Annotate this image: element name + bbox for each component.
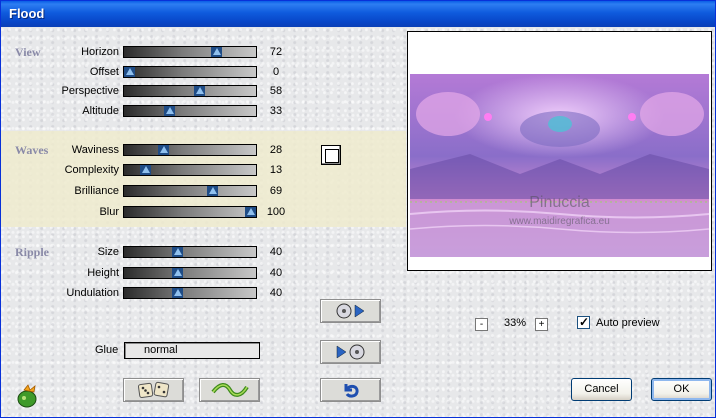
random-button[interactable] [123,378,184,402]
glue-select[interactable]: normal [124,342,260,359]
slider-value-blur: 100 [266,206,286,218]
preview-panel[interactable]: Pinuccia www.maidiregrafica.eu [407,31,712,271]
glue-label: Glue [95,344,119,356]
slider-value-brilliance: 69 [269,185,283,197]
slider-value-waviness: 28 [269,144,283,156]
slider-thumb[interactable] [172,268,183,278]
ok-button[interactable]: OK [651,378,712,401]
slider-complexity[interactable] [123,164,257,176]
slider-thumb[interactable] [207,186,218,196]
slider-value-complexity: 13 [269,164,283,176]
window-title: Flood [9,6,45,21]
slider-thumb[interactable] [172,247,183,257]
slider-altitude[interactable] [123,105,257,117]
slider-label-horizon: Horizon [81,46,119,58]
watermark-url: www.maidiregrafica.eu [509,216,610,227]
slider-value-offset: 0 [272,66,280,78]
load-preset-button[interactable] [320,340,381,364]
zoom-level: 33% [503,317,527,329]
slider-offset[interactable] [123,66,257,78]
dialog-body: View Waves Ripple Horizon 72 Offset 0 Pe… [1,27,715,417]
slider-value-perspective: 58 [269,85,283,97]
reset-button[interactable] [320,378,381,402]
cancel-button[interactable]: Cancel [571,378,632,401]
slider-label-undulation: Undulation [66,287,119,299]
slider-label-complexity: Complexity [64,164,119,176]
zoom-out-button[interactable]: - [475,318,488,331]
slider-thumb[interactable] [245,207,256,217]
slider-thumb[interactable] [194,86,205,96]
slider-thumb[interactable] [140,165,151,175]
auto-preview-label[interactable]: Auto preview [596,317,660,329]
slider-thumb[interactable] [211,47,222,57]
slider-thumb[interactable] [158,145,169,155]
slider-thumb[interactable] [124,67,135,77]
slider-value-horizon: 72 [269,46,283,58]
slider-perspective[interactable] [123,85,257,97]
slider-horizon[interactable] [123,46,257,58]
wave-preset-button[interactable] [199,378,260,402]
zoom-in-button[interactable]: + [535,318,548,331]
title-bar: Flood [1,1,715,27]
dice-icon [137,381,169,399]
slider-label-waviness: Waviness [71,144,119,156]
plugin-logo-icon [15,384,41,410]
slider-value-undulation: 40 [269,287,283,299]
slider-value-altitude: 33 [269,105,283,117]
slider-label-brilliance: Brilliance [74,185,119,197]
slider-label-altitude: Altitude [82,105,119,117]
slider-label-blur: Blur [99,206,119,218]
wave-icon [210,383,249,397]
save-preset-button[interactable] [320,299,381,323]
slider-waviness[interactable] [123,144,257,156]
undo-arrow-icon [344,384,359,398]
slider-undulation[interactable] [123,287,257,299]
preview-image [410,74,709,257]
slider-value-height: 40 [269,267,283,279]
slider-value-size: 40 [269,246,283,258]
flood-dialog: Flood View Waves Ripple Horizon 72 Offse… [0,0,716,418]
slider-size[interactable] [123,246,257,258]
slider-label-size: Size [97,246,119,258]
slider-blur[interactable] [123,206,257,218]
arrow-right-disc-icon [336,344,364,360]
watermark-name: Pinuccia [529,194,590,211]
slider-thumb[interactable] [164,106,175,116]
disc-arrow-right-icon [336,303,364,319]
waves-toggle-button[interactable] [321,145,341,165]
slider-height[interactable] [123,267,257,279]
slider-thumb[interactable] [172,288,183,298]
slider-label-offset: Offset [89,66,119,78]
slider-brilliance[interactable] [123,185,257,197]
slider-label-perspective: Perspective [61,85,119,97]
slider-label-height: Height [87,267,119,279]
auto-preview-checkbox[interactable] [577,315,590,329]
